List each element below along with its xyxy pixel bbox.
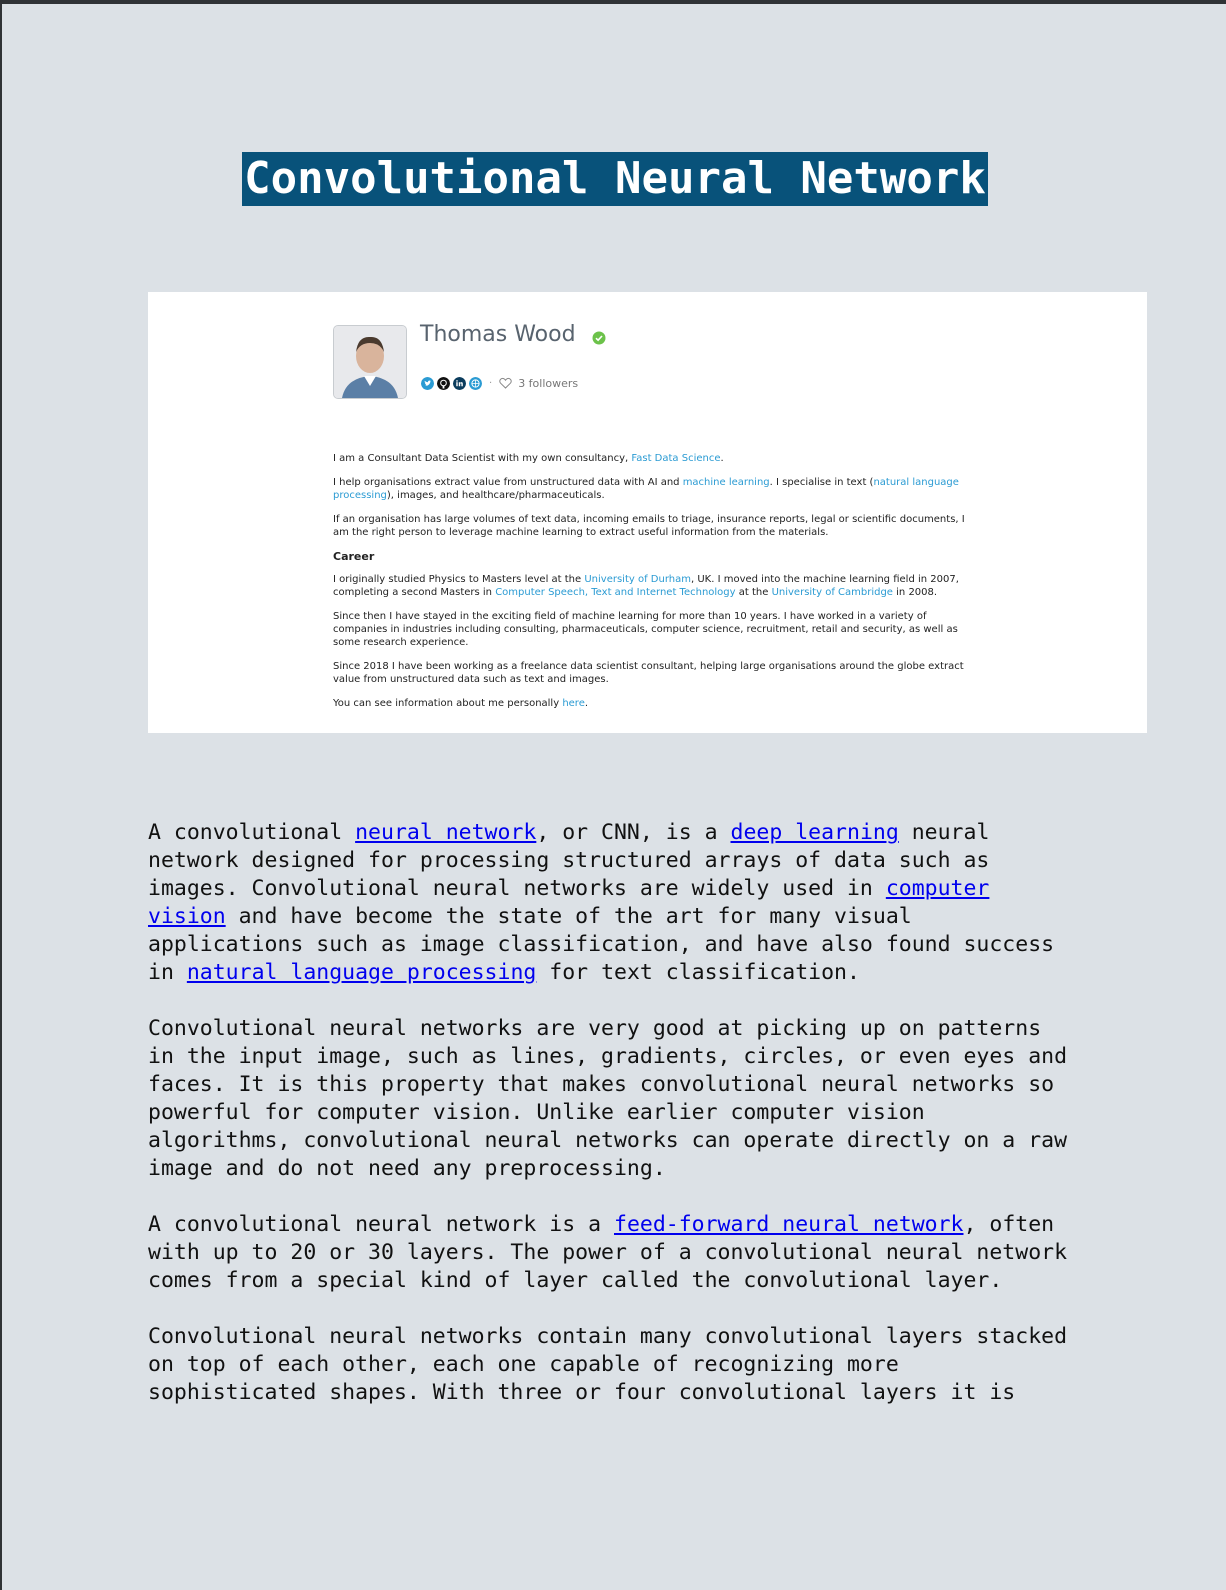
article-paragraph: A convolutional neural network, or CNN, … xyxy=(148,819,1078,987)
page-title: Convolutional Neural Network xyxy=(242,152,988,206)
bio-text: ), images, and healthcare/pharmaceutical… xyxy=(386,490,605,501)
followers-count[interactable]: 3 followers xyxy=(518,377,578,390)
fast-data-science-link[interactable]: Fast Data Science xyxy=(631,453,720,464)
bio-text: in 2008. xyxy=(892,587,938,598)
bio-text: . xyxy=(720,453,724,464)
bio-text: I help organisations extract value from … xyxy=(333,477,683,488)
github-icon[interactable] xyxy=(437,376,450,390)
bio-paragraph: I originally studied Physics to Masters … xyxy=(333,573,973,599)
page-title-container: Convolutional Neural Network xyxy=(2,152,1226,206)
cambridge-link[interactable]: University of Cambridge xyxy=(772,587,893,598)
bio-text: at the xyxy=(735,587,772,598)
article-text: for text classification. xyxy=(536,960,860,985)
social-links: · 3 followers xyxy=(421,376,578,390)
feed-forward-neural-network-link[interactable]: feed-forward neural network xyxy=(614,1212,964,1237)
website-icon[interactable] xyxy=(469,376,482,390)
bio-text: . xyxy=(584,698,589,709)
personal-info-link[interactable]: here xyxy=(562,698,585,709)
bio-paragraph: I help organisations extract value from … xyxy=(333,476,973,502)
heart-icon[interactable] xyxy=(499,377,512,389)
bio-text: I am a Consultant Data Scientist with my… xyxy=(333,453,632,464)
natural-language-processing-link[interactable]: natural language processing xyxy=(187,960,537,985)
neural-network-link[interactable]: neural network xyxy=(355,820,536,845)
bio-paragraph: Since then I have stayed in the exciting… xyxy=(333,611,958,648)
career-heading: Career xyxy=(333,550,375,563)
article-paragraph: A convolutional neural network is a feed… xyxy=(148,1211,1078,1295)
twitter-icon[interactable] xyxy=(421,376,434,390)
bio-paragraph: I am a Consultant Data Scientist with my… xyxy=(333,452,973,465)
article-text: A convolutional neural network is a xyxy=(148,1212,614,1237)
bio-paragraph: You can see information about me persona… xyxy=(333,697,973,710)
article-paragraph: Convolutional neural networks are very g… xyxy=(148,1016,1068,1181)
separator-dot: · xyxy=(489,377,493,389)
article-text: A convolutional xyxy=(148,820,356,845)
article-text: , or CNN, is a xyxy=(536,820,731,845)
linkedin-icon[interactable] xyxy=(453,376,466,390)
bio-text: I originally studied Physics to Masters … xyxy=(333,574,585,585)
article-paragraph: Convolutional neural networks contain ma… xyxy=(148,1324,1068,1405)
bio-text: You can see information about me persona… xyxy=(333,698,563,709)
article-body: A convolutional neural network, or CNN, … xyxy=(148,819,1078,1435)
profile-name[interactable]: Thomas Wood xyxy=(420,322,576,347)
bio-paragraph: If an organisation has large volumes of … xyxy=(333,514,965,538)
verified-badge-icon xyxy=(592,331,606,345)
author-bio: I am a Consultant Data Scientist with my… xyxy=(333,452,973,721)
deep-learning-link[interactable]: deep learning xyxy=(731,820,899,845)
avatar[interactable] xyxy=(333,325,407,399)
bio-paragraph: Since 2018 I have been working as a free… xyxy=(333,661,964,685)
bio-text: . I specialise in text ( xyxy=(769,477,874,488)
cstit-link[interactable]: Computer Speech, Text and Internet Techn… xyxy=(495,587,735,598)
durham-link[interactable]: University of Durham xyxy=(584,574,691,585)
machine-learning-link[interactable]: machine learning xyxy=(683,477,770,488)
author-profile-card: Thomas Wood · 3 followers I am a Consult… xyxy=(148,292,1147,733)
avatar-photo-icon xyxy=(334,326,406,398)
